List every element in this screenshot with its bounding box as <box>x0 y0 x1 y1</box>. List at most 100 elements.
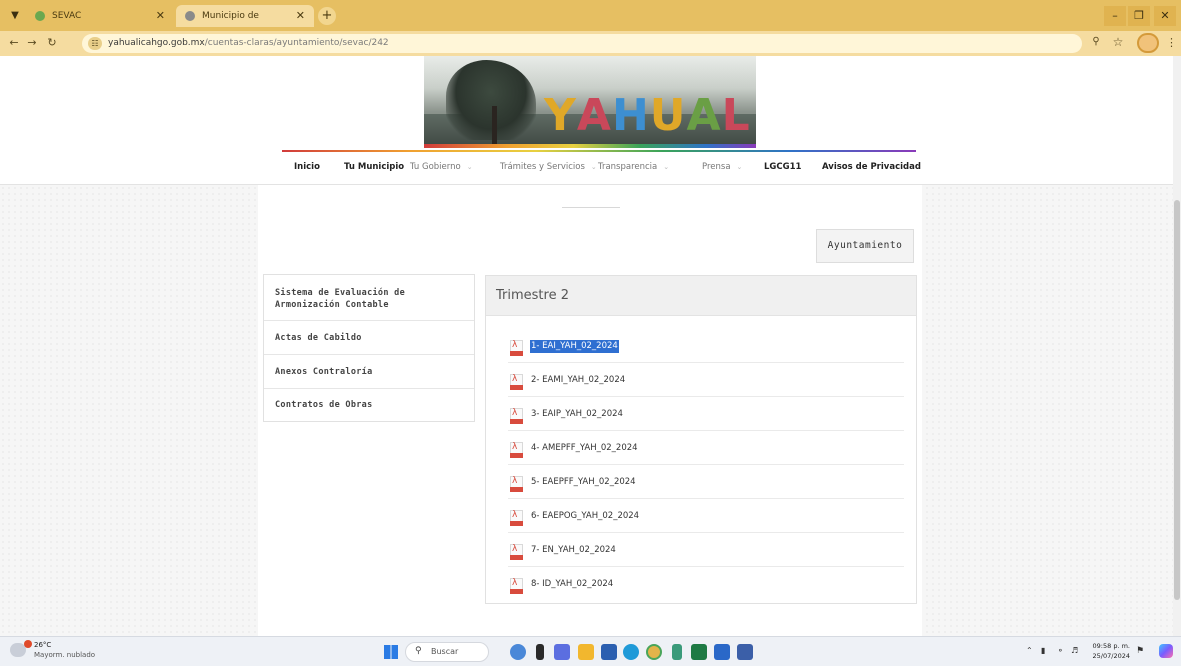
file-row[interactable]: λ 3- EAIP_YAH_02_2024 <box>508 398 904 431</box>
widgets-icon[interactable] <box>536 644 544 660</box>
nav-label: Tu Gobierno <box>410 162 461 172</box>
chevron-down-icon: ⌄ <box>466 163 473 171</box>
nav-label: Inicio <box>294 162 320 172</box>
nav-avisos-privacidad[interactable]: Avisos de Privacidad <box>822 160 921 174</box>
weather-description[interactable]: Mayorm. nublado <box>34 651 95 659</box>
file-row[interactable]: λ 1- EAI_YAH_02_2024 <box>508 330 904 363</box>
file-row[interactable]: λ 6- EAEPOG_YAH_02_2024 <box>508 500 904 533</box>
weather-temperature[interactable]: 26°C <box>34 641 51 649</box>
municipio-favicon-icon <box>185 11 195 21</box>
url-host: yahualicahgo.gob.mx <box>108 38 205 48</box>
wifi-icon[interactable]: ⚬ <box>1057 646 1067 656</box>
browser-toolbar: ← → ↻ ☷ yahualicahgo.gob.mx/cuentas-clar… <box>0 31 1181 56</box>
taskbar-search[interactable]: ⚲ Buscar <box>405 642 489 662</box>
sidebar-item-label: Sistema de Evaluación de Armonización Co… <box>275 288 406 310</box>
tab-close-icon[interactable]: ✕ <box>296 5 305 27</box>
file-explorer-icon[interactable] <box>578 644 594 660</box>
file-row[interactable]: λ 5- EAEPFF_YAH_02_2024 <box>508 466 904 499</box>
sevac-favicon-icon <box>35 11 45 21</box>
nav-tu-gobierno[interactable]: Tu Gobierno ⌄ <box>410 160 473 174</box>
site-info-icon[interactable]: ☷ <box>88 37 102 50</box>
file-link[interactable]: 2- EAMI_YAH_02_2024 <box>530 374 626 387</box>
clock-time[interactable]: 09:58 p. m. <box>1090 642 1130 650</box>
section-separator <box>562 207 620 208</box>
file-link[interactable]: 6- EAEPOG_YAH_02_2024 <box>530 510 640 523</box>
file-link[interactable]: 8- ID_YAH_02_2024 <box>530 578 614 591</box>
browser-tab-bar: ▼ SEVAC ✕ Municipio de Yahualicango ✕ + … <box>0 0 1181 43</box>
site-header: YAHUALICA Inicio Tu Municipio Tu Gobiern… <box>0 56 1173 184</box>
url-text: yahualicahgo.gob.mx/cuentas-claras/ayunt… <box>108 34 389 53</box>
file-row[interactable]: λ 8- ID_YAH_02_2024 <box>508 568 904 601</box>
maximize-icon[interactable]: ❐ <box>1128 6 1150 26</box>
back-arrow-icon[interactable]: ← <box>6 35 22 51</box>
tab-search-chevron-icon[interactable]: ▼ <box>8 9 22 23</box>
forward-arrow-icon[interactable]: → <box>24 35 40 51</box>
browser-tab-sevac[interactable]: SEVAC ✕ <box>26 5 174 27</box>
copilot-app-icon[interactable] <box>510 644 526 660</box>
windows-taskbar: 26°C Mayorm. nublado ⚲ Buscar ⌃ ▮ ⚬ ♬ 09… <box>0 636 1181 666</box>
copilot-icon[interactable] <box>1159 644 1173 658</box>
chevron-down-icon: ⌄ <box>590 163 597 171</box>
panel-header: Trimestre 2 <box>486 276 916 316</box>
nav-label: Tu Municipio <box>344 162 405 172</box>
profile-avatar[interactable] <box>1137 33 1159 53</box>
battery-icon[interactable]: ▮ <box>1041 646 1051 656</box>
bookmark-star-icon[interactable]: ☆ <box>1111 35 1125 49</box>
word-icon[interactable] <box>714 644 730 660</box>
file-link[interactable]: 5- EAEPFF_YAH_02_2024 <box>530 476 637 489</box>
teams-icon[interactable] <box>554 644 570 660</box>
zoom-icon[interactable]: ⚲ <box>1089 36 1103 50</box>
file-row[interactable]: λ 4- AMEPFF_YAH_02_2024 <box>508 432 904 465</box>
ayuntamiento-button[interactable]: Ayuntamiento <box>816 229 914 263</box>
file-row[interactable]: λ 7- EN_YAH_02_2024 <box>508 534 904 567</box>
notification-bell-icon[interactable]: ⚑ <box>1136 646 1144 656</box>
sidebar-item-label: Contratos de Obras <box>275 400 373 410</box>
browser-tab-municipio[interactable]: Municipio de Yahualicango ✕ <box>176 5 314 43</box>
tray-chevron-up-icon[interactable]: ⌃ <box>1026 646 1033 655</box>
search-icon: ⚲ <box>415 646 422 656</box>
nav-transparencia[interactable]: Transparencia ⌄ <box>598 160 669 174</box>
nav-label: Transparencia <box>598 162 658 172</box>
nav-label: Trámites y Servicios <box>500 162 585 172</box>
new-tab-button[interactable]: + <box>318 7 336 25</box>
app-window-icon[interactable] <box>737 644 753 660</box>
weather-alert-icon <box>24 640 32 648</box>
store-icon[interactable] <box>601 644 617 660</box>
nav-inicio[interactable]: Inicio <box>294 160 320 174</box>
close-window-icon[interactable]: ✕ <box>1154 6 1176 26</box>
search-placeholder: Buscar <box>431 647 459 656</box>
banner-letters: YAHUALICA <box>544 90 751 149</box>
menu-kebab-icon[interactable]: ⋮ <box>1166 36 1177 50</box>
nav-lgcg11[interactable]: LGCG11 <box>764 160 801 174</box>
excel-icon[interactable] <box>691 644 707 660</box>
pdf-file-icon: λ <box>510 544 523 560</box>
file-link[interactable]: 7- EN_YAH_02_2024 <box>530 544 617 557</box>
chrome-icon[interactable] <box>646 644 662 660</box>
nav-prensa[interactable]: Prensa ⌄ <box>702 160 742 174</box>
reload-icon[interactable]: ↻ <box>44 35 60 51</box>
nav-tu-municipio[interactable]: Tu Municipio <box>344 160 404 174</box>
address-bar[interactable]: ☷ yahualicahgo.gob.mx/cuentas-claras/ayu… <box>82 34 1082 53</box>
volume-icon[interactable]: ♬ <box>1071 646 1081 656</box>
tab-title: SEVAC <box>52 11 82 21</box>
site-banner-image: YAHUALICA <box>424 56 756 148</box>
nav-tramites-servicios[interactable]: Trámites y Servicios ⌄ <box>500 160 597 174</box>
windows-start-icon[interactable] <box>384 645 398 659</box>
sidebar-item-sevac[interactable]: Sistema de Evaluación de Armonización Co… <box>264 275 474 321</box>
file-link[interactable]: 3- EAIP_YAH_02_2024 <box>530 408 624 421</box>
scrollbar-thumb[interactable] <box>1174 200 1180 600</box>
file-row[interactable]: λ 2- EAMI_YAH_02_2024 <box>508 364 904 397</box>
sidebar-item-anexos-contraloria[interactable]: Anexos Contraloría <box>264 355 474 389</box>
app-icon[interactable] <box>672 644 682 660</box>
file-link[interactable]: 1- EAI_YAH_02_2024 <box>530 340 619 353</box>
web-page: YAHUALICA Inicio Tu Municipio Tu Gobiern… <box>0 56 1173 636</box>
minimize-icon[interactable]: – <box>1104 6 1126 26</box>
tab-close-icon[interactable]: ✕ <box>156 5 165 27</box>
sidebar-item-contratos-obras[interactable]: Contratos de Obras <box>264 389 474 422</box>
pdf-file-icon: λ <box>510 510 523 526</box>
file-link[interactable]: 4- AMEPFF_YAH_02_2024 <box>530 442 639 455</box>
pdf-file-icon: λ <box>510 442 523 458</box>
sidebar-item-actas-cabildo[interactable]: Actas de Cabildo <box>264 321 474 355</box>
clock-date[interactable]: 25/07/2024 <box>1090 652 1130 660</box>
edge-icon[interactable] <box>623 644 639 660</box>
